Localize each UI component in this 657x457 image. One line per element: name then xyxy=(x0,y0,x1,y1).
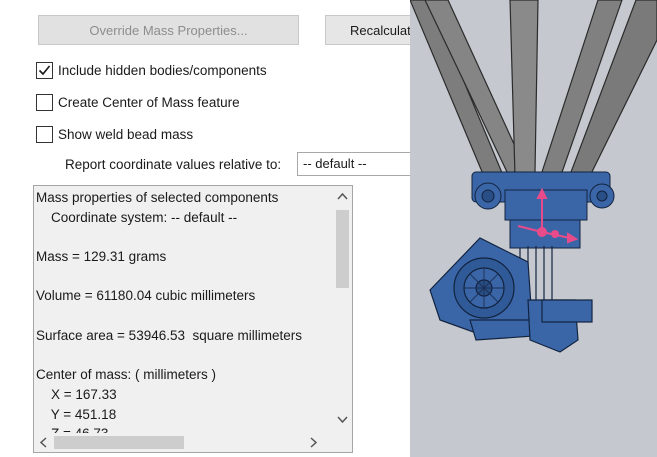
results-line: Center of mass: ( millimeters ) xyxy=(36,367,217,383)
include-hidden-checkbox[interactable] xyxy=(36,61,53,79)
chevron-down-icon[interactable] xyxy=(337,415,348,427)
results-text: Mass properties of selected components C… xyxy=(36,188,332,444)
coordinate-label: Report coordinate values relative to: xyxy=(65,157,282,172)
chevron-up-icon[interactable] xyxy=(337,191,348,203)
results-line: Coordinate system: -- default -- xyxy=(36,209,238,225)
weld-bead-label: Show weld bead mass xyxy=(58,126,194,142)
vertical-scroll-thumb[interactable] xyxy=(336,210,349,288)
include-hidden-option[interactable]: Include hidden bodies/components xyxy=(36,60,267,80)
include-hidden-label: Include hidden bodies/components xyxy=(58,62,267,78)
create-com-option[interactable]: Create Center of Mass feature xyxy=(36,92,240,112)
create-com-label: Create Center of Mass feature xyxy=(58,94,240,110)
3d-model-viewport[interactable] xyxy=(410,0,657,457)
chevron-right-icon[interactable] xyxy=(310,437,318,451)
override-mass-properties-button[interactable]: Override Mass Properties... xyxy=(38,15,299,45)
checkmark-icon xyxy=(38,64,51,75)
printhead-model-graphic xyxy=(410,0,657,457)
horizontal-scrollbar[interactable] xyxy=(34,433,334,452)
weld-bead-checkbox[interactable] xyxy=(36,125,53,143)
weld-bead-option[interactable]: Show weld bead mass xyxy=(36,124,193,144)
results-line: Mass properties of selected components xyxy=(36,190,279,205)
mass-properties-panel: Override Mass Properties... Recalculate … xyxy=(0,0,410,457)
results-line xyxy=(36,306,332,326)
create-com-checkbox[interactable] xyxy=(36,93,53,111)
results-line: X = 167.33 xyxy=(36,386,117,402)
results-line xyxy=(36,227,332,247)
results-line: Volume = 61180.04 cubic millimeters xyxy=(36,288,256,304)
recalculate-button[interactable]: Recalculate xyxy=(325,15,410,45)
results-line: Y = 451.18 xyxy=(36,406,117,422)
chevron-left-icon[interactable] xyxy=(39,437,47,451)
results-textbox[interactable]: Mass properties of selected components C… xyxy=(33,185,353,453)
horizontal-scroll-thumb[interactable] xyxy=(54,436,184,449)
results-line: Surface area = 53946.53 square millimete… xyxy=(36,327,303,343)
results-line xyxy=(36,267,332,287)
results-line: Mass = 129.31 grams xyxy=(36,249,167,265)
coordinate-system-select[interactable]: -- default -- xyxy=(297,152,410,176)
vertical-scrollbar[interactable] xyxy=(333,186,352,434)
results-line xyxy=(36,346,332,366)
